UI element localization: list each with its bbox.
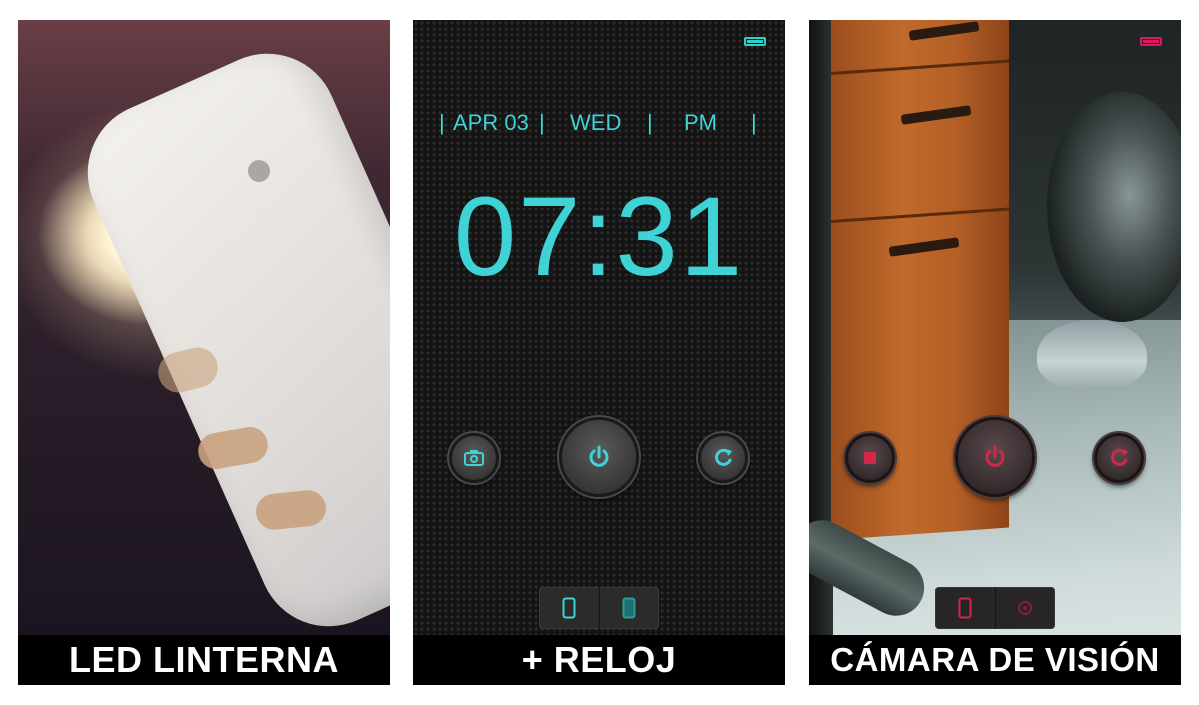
phone-back-image	[65, 31, 390, 649]
day-text: WED	[570, 110, 622, 135]
mode-outline-button[interactable]	[935, 587, 995, 629]
clock-panel: | APR 03 | WED | PM | 07:31 + RELOJ	[413, 20, 785, 685]
camera-panel: CÁMARA DE VISIÓN	[809, 20, 1181, 685]
camera-view-photo	[809, 20, 1181, 635]
target-icon	[1018, 601, 1033, 615]
fan-base	[1037, 320, 1147, 390]
ampm-text: PM	[684, 110, 717, 135]
refresh-button[interactable]	[698, 433, 748, 483]
phone-outline-icon	[958, 597, 972, 619]
mode-toggle	[539, 587, 659, 629]
camera-switch-icon	[464, 450, 484, 466]
power-icon	[985, 445, 1005, 467]
date-separator: |	[539, 110, 545, 135]
panel-caption: LED LINTERNA	[18, 635, 390, 685]
panel-caption: + RELOJ	[413, 635, 785, 685]
refresh-icon	[1111, 448, 1128, 466]
square-icon	[864, 452, 876, 464]
date-separator: |	[647, 110, 653, 135]
clock-time: 07:31	[453, 174, 745, 299]
date-separator: |	[439, 110, 445, 135]
date-separator: |	[751, 110, 757, 135]
phone-filled-icon	[622, 597, 636, 619]
phone-outline-icon	[562, 597, 576, 619]
power-button[interactable]	[955, 417, 1035, 497]
camera-switch-button[interactable]	[449, 433, 499, 483]
date-line: | APR 03 | WED | PM |	[435, 108, 763, 138]
mode-toggle	[935, 587, 1055, 629]
flashlight-photo	[18, 20, 390, 649]
battery-icon	[1140, 37, 1162, 46]
mode-target-button[interactable]	[994, 587, 1056, 629]
refresh-icon	[715, 448, 732, 466]
clock-screen: | APR 03 | WED | PM | 07:31	[413, 20, 785, 635]
battery-icon	[744, 37, 766, 46]
mode-outline-button[interactable]	[539, 587, 599, 629]
fan-image	[1047, 92, 1181, 322]
phone-camera-lens	[248, 160, 270, 182]
panel-caption: CÁMARA DE VISIÓN	[809, 635, 1181, 685]
stop-button[interactable]	[845, 433, 895, 483]
mode-filled-button[interactable]	[598, 587, 660, 629]
power-icon	[589, 445, 609, 467]
power-button[interactable]	[559, 417, 639, 497]
refresh-button[interactable]	[1094, 433, 1144, 483]
flashlight-panel: LED LINTERNA	[18, 20, 390, 685]
date-text: APR 03	[453, 110, 529, 135]
